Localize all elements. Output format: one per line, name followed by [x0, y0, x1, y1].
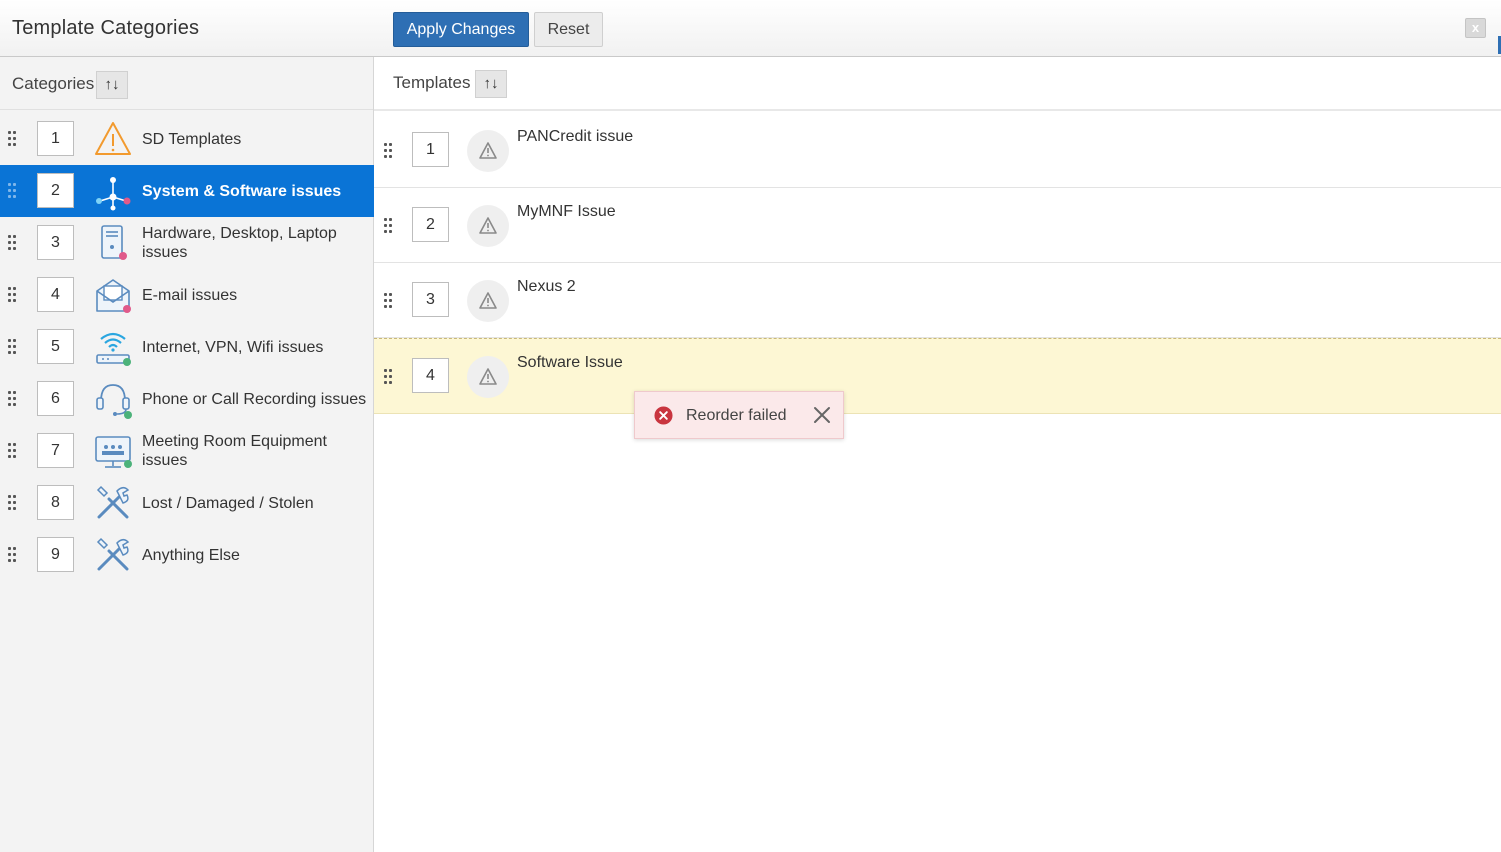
category-row[interactable]: 1 SD Templates — [0, 113, 374, 165]
tools-icon — [93, 483, 133, 523]
category-order-input[interactable]: 5 — [37, 329, 74, 364]
categories-heading: Categories — [12, 74, 95, 93]
drag-handle-icon[interactable] — [8, 443, 18, 459]
drag-handle-icon[interactable] — [8, 131, 18, 147]
template-order-input[interactable]: 3 — [412, 282, 449, 317]
tools-icon — [93, 535, 133, 575]
category-order-input[interactable]: 8 — [37, 485, 74, 520]
alert-triangle-icon — [467, 205, 509, 247]
category-order-input[interactable]: 1 — [37, 121, 74, 156]
category-row[interactable]: 2 System & Software issues — [0, 165, 374, 217]
dialog-title: Template Categories — [12, 17, 200, 39]
template-order-input[interactable]: 2 — [412, 207, 449, 242]
wifi-router-icon — [93, 327, 133, 367]
templates-header: Templates ↑↓ — [374, 57, 1501, 111]
drag-handle-icon[interactable] — [8, 183, 18, 199]
category-row[interactable]: 8 Lost / Damaged / Stolen — [0, 477, 374, 529]
close-dialog-icon[interactable]: x — [1465, 18, 1486, 38]
alert-triangle-icon — [467, 130, 509, 172]
template-label: Software Issue — [517, 354, 623, 371]
category-label: Anything Else — [142, 546, 240, 564]
categories-list: 1 SD Templates 2 System & Software issues 3 H… — [0, 113, 374, 581]
categories-header: Categories ↑↓ — [0, 57, 373, 110]
template-label: PANCredit issue — [517, 128, 634, 145]
category-row[interactable]: 9 Anything Else — [0, 529, 374, 581]
drag-handle-icon[interactable] — [384, 143, 394, 159]
category-order-input[interactable]: 2 — [37, 173, 74, 208]
error-circle-icon — [654, 406, 673, 425]
drag-handle-icon[interactable] — [8, 287, 18, 303]
category-row[interactable]: 4 E-mail issues — [0, 269, 374, 321]
category-label: Hardware, Desktop, Laptop issues — [142, 225, 337, 261]
category-label: E-mail issues — [142, 286, 238, 304]
warning-triangle-icon — [93, 119, 133, 159]
alert-triangle-icon — [467, 280, 509, 322]
drag-handle-icon[interactable] — [8, 235, 18, 251]
templates-panel: Templates ↑↓ 1 PANCredit issue 2 MyMNF Issu… — [374, 57, 1501, 852]
phone-headset-icon — [93, 379, 133, 419]
network-nodes-icon — [93, 171, 133, 211]
templates-sort-button[interactable]: ↑↓ — [475, 70, 507, 98]
reset-button[interactable]: Reset — [534, 12, 603, 47]
categories-sort-button[interactable]: ↑↓ — [96, 71, 128, 99]
drag-handle-icon[interactable] — [8, 547, 18, 563]
drag-handle-icon[interactable] — [8, 495, 18, 511]
category-order-input[interactable]: 4 — [37, 277, 74, 312]
drag-handle-icon[interactable] — [8, 339, 18, 355]
error-toast: Reorder failed — [634, 391, 844, 439]
categories-panel: Categories ↑↓ 1 SD Templates 2 System & Sof… — [0, 57, 374, 852]
category-label: Internet, VPN, Wifi issues — [142, 338, 324, 356]
template-order-input[interactable]: 4 — [412, 358, 449, 393]
template-label: Nexus 2 — [517, 278, 576, 295]
drag-handle-icon[interactable] — [384, 369, 394, 385]
apply-changes-button[interactable]: Apply Changes — [393, 12, 529, 47]
toast-message: Reorder failed — [686, 407, 787, 424]
template-row[interactable]: 4 Software Issue — [374, 338, 1501, 414]
category-label: Lost / Damaged / Stolen — [142, 494, 314, 512]
template-label: MyMNF Issue — [517, 203, 616, 220]
alert-triangle-icon — [467, 356, 509, 398]
template-order-input[interactable]: 1 — [412, 132, 449, 167]
template-row[interactable]: 1 PANCredit issue — [374, 113, 1501, 188]
category-label: Meeting Room Equipment issues — [142, 433, 327, 469]
category-row[interactable]: 3 Hardware, Desktop, Laptop issues — [0, 217, 374, 269]
drag-handle-icon[interactable] — [384, 293, 394, 309]
category-order-input[interactable]: 7 — [37, 433, 74, 468]
category-order-input[interactable]: 6 — [37, 381, 74, 416]
template-row[interactable]: 3 Nexus 2 — [374, 263, 1501, 338]
drag-handle-icon[interactable] — [384, 218, 394, 234]
category-row[interactable]: 6 Phone or Call Recording issues — [0, 373, 374, 425]
category-row[interactable]: 5 Internet, VPN, Wifi issues — [0, 321, 374, 373]
envelope-icon — [93, 275, 133, 315]
dialog-header: Template Categories Apply Changes Reset … — [0, 0, 1501, 57]
category-order-input[interactable]: 9 — [37, 537, 74, 572]
desktop-tower-icon — [93, 223, 133, 263]
meeting-room-icon — [93, 431, 133, 471]
category-label: System & Software issues — [142, 182, 342, 200]
template-row[interactable]: 2 MyMNF Issue — [374, 188, 1501, 263]
templates-list: 1 PANCredit issue 2 MyMNF Issue 3 Nexus 2 4 Sof… — [374, 113, 1501, 414]
close-icon[interactable] — [813, 406, 831, 424]
templates-heading: Templates — [393, 73, 471, 92]
drag-handle-icon[interactable] — [8, 391, 18, 407]
category-label: Phone or Call Recording issues — [142, 390, 367, 408]
category-label: SD Templates — [142, 130, 242, 148]
category-row[interactable]: 7 Meeting Room Equipment issues — [0, 425, 374, 477]
category-order-input[interactable]: 3 — [37, 225, 74, 260]
